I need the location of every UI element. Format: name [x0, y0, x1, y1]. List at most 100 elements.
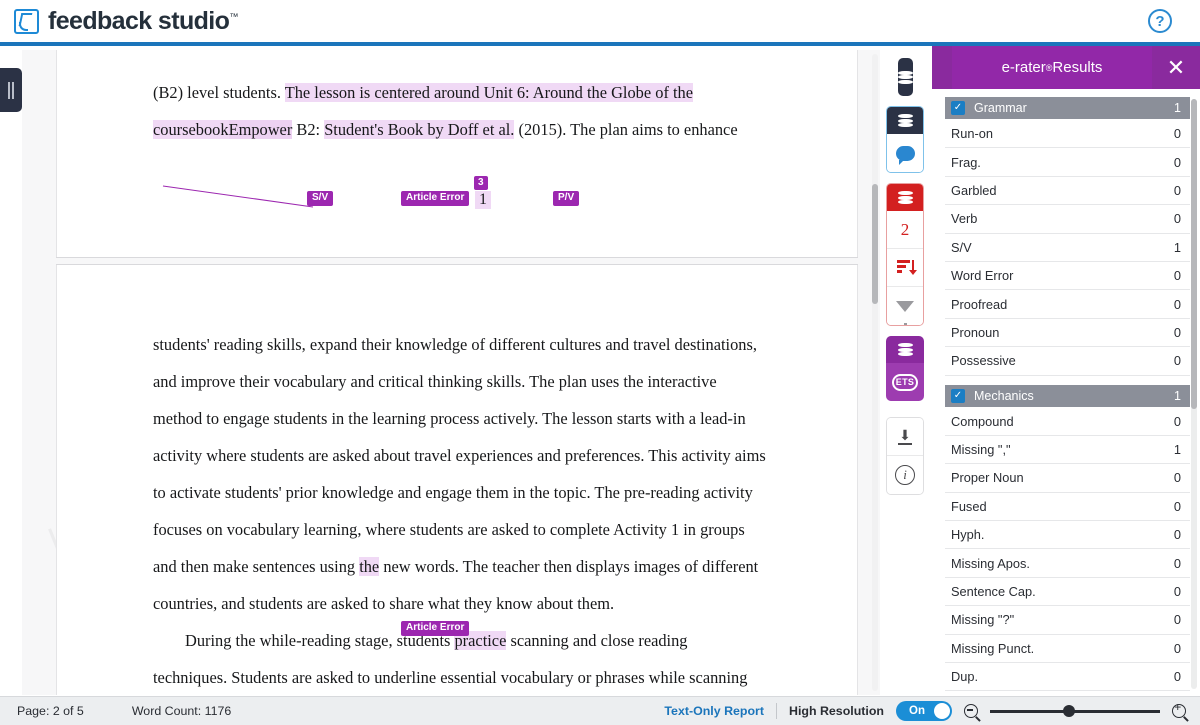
erater-row[interactable]: Word Error 0 — [945, 262, 1190, 291]
annotation-flag-pv[interactable]: P/V — [553, 191, 580, 206]
doc-line: to activate students' prior knowledge an… — [153, 483, 753, 502]
line-highlight: coursebook — [153, 120, 229, 139]
erater-row[interactable]: Garbled 0 — [945, 177, 1190, 206]
page1-text: (B2) level students. The lesson is cente… — [153, 74, 773, 148]
toolbar-filter-button[interactable] — [887, 287, 923, 325]
erater-title-tab[interactable]: e-rater ® Results — [952, 46, 1152, 89]
zoom-slider-handle[interactable] — [1063, 705, 1076, 717]
toolbar-layers-button[interactable] — [897, 58, 913, 96]
trademark-symbol: ™ — [229, 11, 238, 22]
erater-row-count: 0 — [1173, 296, 1181, 312]
annotation-flag-article-error[interactable]: Article Error — [401, 191, 470, 206]
erater-row-label: Word Error — [951, 268, 1014, 284]
annotation-toolbar: 2 ETS ⬇ i — [886, 58, 924, 505]
erater-row-label: Sentence Cap. — [951, 584, 1036, 600]
erater-row[interactable]: Verb 0 — [945, 205, 1190, 234]
erater-row-label: Missing "," — [951, 442, 1011, 458]
erater-row-label: Garbled — [951, 182, 997, 198]
layers-icon — [897, 70, 913, 84]
erater-row[interactable]: Run-on 0 — [945, 120, 1190, 149]
erater-row[interactable]: Missing Punct. 0 — [945, 635, 1190, 664]
erater-group-header-mechanics[interactable]: ✓ Mechanics 1 — [945, 384, 1190, 407]
erater-row-label: Hyph. — [951, 527, 985, 543]
annotation-count-badge[interactable]: 3 — [474, 176, 488, 190]
toolbar-grade-count[interactable]: 2 — [887, 211, 923, 249]
zoom-out-icon[interactable] — [964, 704, 978, 718]
erater-row-count: 0 — [1173, 669, 1181, 685]
erater-row[interactable]: Dup. 0 — [945, 663, 1190, 692]
erater-group-header-grammar[interactable]: ✓ Grammar 1 — [945, 97, 1190, 119]
page2-text: students' reading skills, expand their k… — [153, 326, 773, 695]
erater-row-count: 0 — [1173, 470, 1181, 486]
checkbox-icon[interactable]: ✓ — [951, 388, 965, 403]
toolbar-comment-button[interactable] — [887, 134, 923, 172]
brand-logo[interactable]: feedback studio™ — [14, 7, 238, 36]
annotation-flag-article-error-2[interactable]: Article Error — [401, 621, 470, 636]
status-bar: Page: 2 of 5 Word Count: 1176 Text-Only … — [0, 696, 1200, 725]
text-only-report-link[interactable]: Text-Only Report — [664, 704, 764, 718]
erater-row-label: Run-on — [951, 126, 993, 142]
line-highlight: Empower — [228, 120, 293, 139]
doc-line: activity where students are asked about … — [153, 446, 766, 465]
toolbar-group-header — [887, 184, 923, 211]
toolbar-download-button[interactable]: ⬇ — [887, 418, 923, 456]
erater-group-label: Grammar — [974, 101, 1027, 115]
erater-panel-header: e-rater ® Results ✕ — [932, 46, 1200, 89]
doc-line: (B2) level students. The lesson is cente… — [153, 74, 773, 111]
erater-scrollbar-thumb[interactable] — [1191, 99, 1197, 409]
erater-row[interactable]: Fused 0 — [945, 493, 1190, 522]
line-highlight: The lesson is centered around Unit 6: Ar… — [284, 83, 694, 102]
line-plain: and then make sentences using — [153, 557, 360, 576]
erater-panel-body[interactable]: ✓ Grammar 1 Run-on 0 Frag. 0 Garbled 0 Verb… — [932, 89, 1200, 696]
toggle-state-label: On — [909, 705, 925, 717]
line-plain: (2015). The plan aims to enhance — [514, 120, 738, 139]
toolbar-ets-group[interactable]: ETS — [886, 336, 924, 401]
checkbox-icon[interactable]: ✓ — [951, 101, 965, 115]
erater-row[interactable]: Proofread 0 — [945, 290, 1190, 319]
annotation-inline-number: 1 — [475, 191, 491, 209]
erater-row[interactable]: Missing Apos. 0 — [945, 549, 1190, 578]
panel-toggle-handle[interactable] — [0, 68, 22, 112]
close-icon[interactable]: ✕ — [1152, 46, 1200, 89]
document-scrollbar-thumb[interactable] — [872, 184, 878, 304]
erater-row[interactable]: Proper Noun 0 — [945, 464, 1190, 493]
document-page-1: (B2) level students. The lesson is cente… — [56, 50, 858, 257]
erater-scrollbar[interactable] — [1191, 99, 1197, 689]
erater-row[interactable]: Missing "," 1 — [945, 436, 1190, 465]
erater-row-label: S/V — [951, 239, 972, 255]
erater-row-count: 0 — [1173, 353, 1181, 369]
layers-icon — [897, 343, 913, 356]
toolbar-info-button[interactable]: i — [887, 456, 923, 494]
document-scrollbar[interactable] — [872, 54, 878, 691]
erater-row[interactable]: Missing "?" 0 — [945, 606, 1190, 635]
zoom-slider[interactable] — [990, 705, 1160, 717]
erater-row-label: Pronoun — [951, 324, 1000, 340]
zoom-in-icon[interactable] — [1172, 701, 1186, 718]
high-resolution-toggle[interactable]: On — [896, 701, 952, 721]
erater-row[interactable]: Sentence Cap. 0 — [945, 578, 1190, 607]
document-viewer[interactable]: Lucid Lucid Gen.com Lucid Gen.com Lucid … — [22, 50, 880, 695]
info-icon: i — [895, 465, 915, 485]
erater-row-count: 0 — [1173, 211, 1181, 227]
erater-results-panel: e-rater ® Results ✕ ✓ Grammar 1 Run-on 0 F… — [932, 46, 1200, 696]
erater-row[interactable]: Hyph. 0 — [945, 521, 1190, 550]
erater-row-label: Proper Noun — [951, 470, 1024, 486]
toolbar-group-header — [886, 336, 924, 363]
annotation-flag-sv[interactable]: S/V — [307, 191, 334, 206]
toolbar-ets-button[interactable]: ETS — [886, 363, 924, 401]
toolbar-utility-group[interactable]: ⬇ i — [886, 417, 924, 495]
erater-row[interactable]: Frag. 0 — [945, 148, 1190, 177]
erater-row[interactable]: Possessive 0 — [945, 347, 1190, 376]
top-bar: feedback studio™ ? — [0, 0, 1200, 46]
toolbar-grading-group[interactable]: 2 — [886, 183, 924, 326]
document-page-2: students' reading skills, expand their k… — [56, 265, 858, 695]
erater-row[interactable]: S/V 1 — [945, 234, 1190, 262]
erater-row-count: 0 — [1173, 268, 1181, 284]
erater-row[interactable]: Pronoun 0 — [945, 319, 1190, 348]
toolbar-sort-button[interactable] — [887, 249, 923, 287]
erater-row[interactable]: Compound 0 — [945, 408, 1190, 436]
high-resolution-label: High Resolution — [789, 704, 884, 718]
erater-row-label: Missing "?" — [951, 612, 1015, 628]
toolbar-comments-group[interactable] — [886, 106, 924, 173]
help-icon[interactable]: ? — [1148, 9, 1172, 33]
